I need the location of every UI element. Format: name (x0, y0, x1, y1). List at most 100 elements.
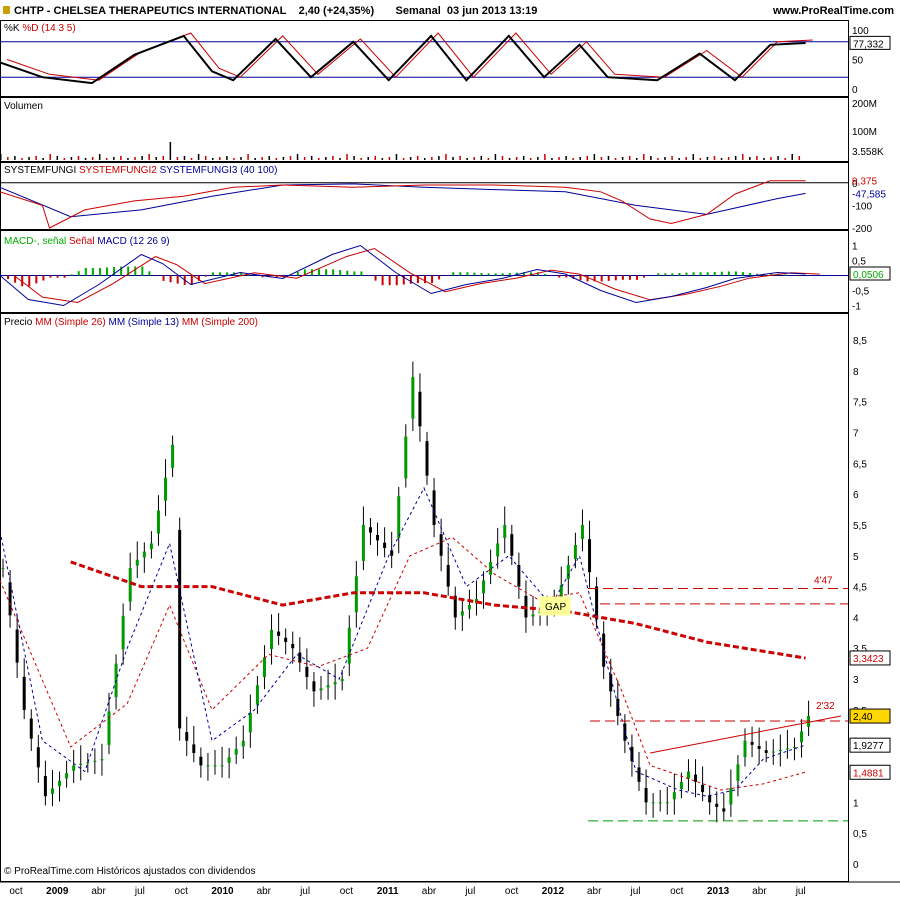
volume-bar (134, 157, 136, 160)
macd-hist-bar (204, 275, 207, 277)
volume-bar (226, 156, 228, 160)
volume-bar (522, 156, 525, 160)
volume-bar (770, 157, 772, 160)
macd-hist-bar (134, 266, 137, 276)
x-axis-tick: jul (464, 886, 475, 897)
chart-canvas[interactable]: %K %D (14 3 5) 10050077,332Volumen 200M1… (0, 0, 900, 900)
price-candle-body (510, 534, 514, 556)
macd-hist-bar (325, 269, 328, 276)
price-candle-body (446, 565, 450, 587)
volume-bar (791, 154, 793, 160)
macd-hist-bar (508, 272, 511, 276)
volume-bar (318, 158, 320, 160)
volume-bar (664, 157, 666, 160)
volume-bar (628, 156, 631, 160)
price-candle-body (227, 757, 231, 763)
volume-bar (763, 158, 765, 160)
volume-bar (607, 156, 610, 160)
volume-bar (275, 158, 278, 160)
stochastic-legend-part: %K (4, 23, 22, 34)
macd-hist-bar (409, 275, 412, 284)
price-candle-body (22, 676, 26, 710)
volume-bar (494, 154, 497, 160)
price-candle-body (284, 637, 288, 643)
price-candle-body (192, 744, 196, 754)
systemfungi3-line (0, 183, 806, 218)
price-candle-body (277, 631, 281, 636)
macd-hist-bar (431, 275, 434, 284)
volume-bar (197, 154, 200, 160)
volume-bar (303, 157, 306, 160)
price-candle-body (672, 792, 676, 800)
volume-legend-part: Volumen (4, 101, 43, 112)
volume-bar (35, 156, 37, 160)
gap-label: GAP (545, 602, 566, 613)
price-candle-body (439, 534, 443, 556)
x-axis-tick: jul (299, 886, 310, 897)
price-candle-body (588, 539, 592, 573)
volume-bar (537, 157, 539, 160)
x-axis-tick: abr (91, 886, 106, 897)
volume-bar (699, 158, 702, 160)
macd-legend-part: MACD (12 26 9) (97, 236, 169, 247)
macd-hist-bar (466, 272, 469, 276)
price-candle-body (248, 712, 252, 733)
macd-y-tick: -1 (852, 302, 861, 313)
price-candle-body (171, 444, 175, 468)
volume-bar (219, 157, 221, 160)
price-candle-body (658, 802, 662, 804)
price-candle-body (347, 627, 351, 664)
macd-hist-bar (98, 267, 101, 276)
volume-bar (530, 158, 532, 160)
volume-bar (508, 158, 511, 160)
macd-hist-bar (607, 275, 610, 281)
price-y-tick: 4 (853, 613, 859, 624)
volume-bar (402, 158, 405, 160)
volume-bar (657, 158, 659, 160)
volume-bar (28, 157, 30, 160)
price-candle-body (121, 615, 125, 650)
volume-bar (756, 156, 758, 160)
x-axis-tick: abr (752, 886, 767, 897)
systemfungi-y-tick: -200 (852, 224, 872, 235)
price-candle-body (333, 682, 337, 685)
price-candle-body (482, 580, 486, 594)
volume-bar (600, 157, 603, 160)
price-candle-body (86, 762, 90, 764)
x-axis-tick: oct (505, 886, 519, 897)
volume-bar (614, 158, 617, 160)
volume-bar (438, 156, 440, 160)
volume-legend: Volumen (4, 101, 43, 112)
x-axis-tick: oct (670, 886, 684, 897)
price-candle-body (298, 652, 302, 663)
volume-bar (586, 156, 589, 160)
price-y-tick: 7,5 (853, 398, 867, 409)
volume-bar (565, 156, 567, 160)
price-tag: 3,3423 (853, 654, 884, 665)
price-candle-body (43, 776, 47, 797)
volume-bar (798, 156, 801, 160)
price-candle-body (72, 765, 76, 771)
volume-bar (742, 154, 744, 160)
price-y-tick: 3 (853, 675, 859, 686)
macd-hist-bar (643, 275, 646, 278)
volume-bar (70, 157, 73, 160)
volume-bar (551, 158, 553, 160)
price-candle-body (573, 544, 577, 560)
macd-hist-bar (749, 272, 752, 276)
volume-bar (501, 156, 504, 160)
volume-bar (388, 157, 391, 160)
price-candle-body (800, 731, 804, 743)
price-candle-body (213, 765, 217, 767)
volume-bar (98, 154, 101, 160)
macd-hist-bar (56, 275, 59, 278)
price-candle-body (425, 441, 429, 476)
macd-hist-bar (190, 275, 193, 285)
x-axis-tick: 2013 (707, 886, 730, 897)
volume-bar (713, 156, 716, 160)
x-axis-tick: abr (422, 886, 437, 897)
macd-hist-bar (586, 275, 589, 282)
price-candle-body (531, 614, 535, 617)
systemfungi-value-blue: -47,585 (852, 189, 886, 200)
macd-hist-bar (657, 273, 660, 276)
